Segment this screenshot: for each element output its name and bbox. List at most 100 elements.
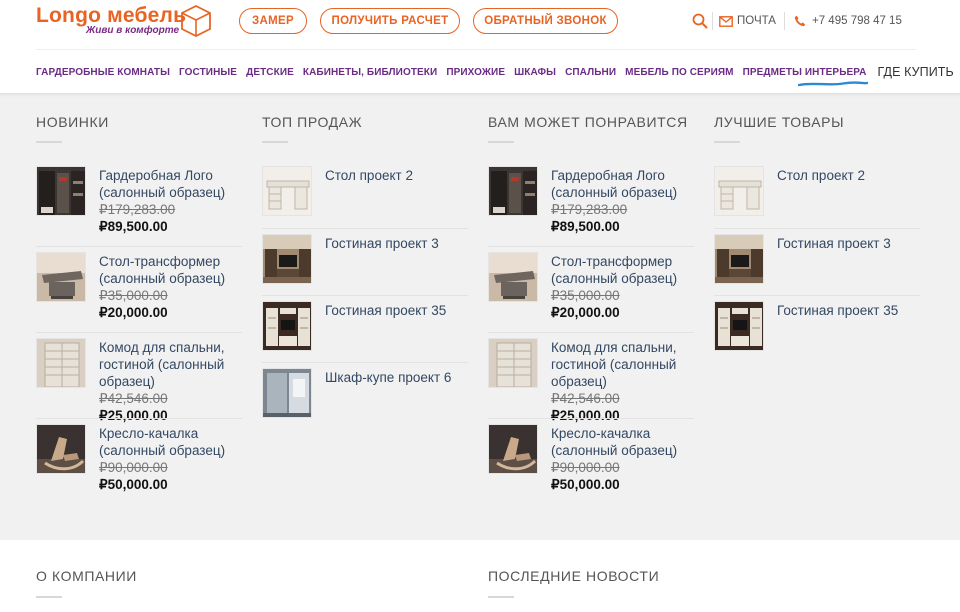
product-name-link[interactable]: Гостиная проект 3 (777, 235, 920, 252)
product-item[interactable]: Стол-трансформер (салонный образец) ₽35,0… (488, 252, 694, 330)
item-separator (488, 332, 694, 333)
nav-item-hallways[interactable]: ПРИХОЖИЕ (446, 67, 505, 78)
item-separator (488, 246, 694, 247)
product-item[interactable]: Шкаф-купе проект 6 (262, 368, 468, 420)
product-item[interactable]: Стол проект 2 (262, 166, 468, 218)
old-price: ₽35,000.00 (99, 288, 168, 303)
product-name-link[interactable]: Гостиная проект 35 (325, 302, 468, 319)
product-name-link[interactable]: Гардеробная Лого (салонный образец) (99, 167, 242, 201)
product-item[interactable]: Гостиная проект 3 (262, 234, 468, 286)
product-name-link[interactable]: Стол проект 2 (325, 167, 468, 184)
product-name-link[interactable]: Кресло-качалка (салонный образец) (551, 425, 694, 459)
column-title: ЛУЧШИЕ ТОВАРЫ (714, 114, 845, 130)
product-name-link[interactable]: Комод для спальни, гостиной (салонный об… (99, 339, 242, 390)
nav-item-series[interactable]: МЕБЕЛЬ ПО СЕРИЯМ (625, 67, 733, 78)
title-rule (488, 141, 514, 143)
product-name-link[interactable]: Кресло-качалка (салонный образец) (99, 425, 242, 459)
sale-price: ₽50,000.00 (99, 477, 168, 492)
product-item[interactable]: Кресло-качалка (салонный образец) ₽90,000… (488, 424, 694, 502)
product-name-link[interactable]: Гостиная проект 3 (325, 235, 468, 252)
item-separator (36, 418, 242, 419)
product-thumbnail[interactable] (36, 252, 86, 302)
product-thumbnail[interactable] (488, 166, 538, 216)
nav-item-wardrobes[interactable]: ГАРДЕРОБНЫЕ КОМНАТЫ (36, 67, 170, 78)
cube-logo-icon (181, 4, 211, 38)
product-name-link[interactable]: Стол проект 2 (777, 167, 920, 184)
nav-item-where-to-buy[interactable]: ГДЕ КУПИТЬ (877, 65, 953, 79)
product-thumbnail[interactable] (714, 301, 764, 351)
sale-price: ₽20,000.00 (551, 305, 620, 320)
product-item[interactable]: Кресло-качалка (салонный образец) ₽90,000… (36, 424, 242, 502)
nav-item-living-rooms[interactable]: ГОСТИНЫЕ (179, 67, 237, 78)
product-thumbnail[interactable] (488, 424, 538, 474)
product-item[interactable]: Гостиная проект 3 (714, 234, 920, 286)
product-item[interactable]: Комод для спальни, гостиной (салонный об… (488, 338, 694, 423)
product-thumbnail[interactable] (714, 166, 764, 216)
nav-item-cabinets[interactable]: ШКАФЫ (514, 67, 556, 78)
title-rule (262, 141, 288, 143)
product-name-link[interactable]: Гардеробная Лого (салонный образец) (551, 167, 694, 201)
sale-price: ₽89,500.00 (99, 219, 168, 234)
product-item[interactable]: Гостиная проект 35 (262, 301, 468, 353)
product-thumbnail[interactable] (714, 234, 764, 284)
column-title: ВАМ МОЖЕТ ПОНРАВИТСЯ (488, 114, 688, 130)
item-separator (262, 295, 468, 296)
mail-label: ПОЧТА (737, 15, 776, 27)
header-divider (784, 12, 785, 30)
product-thumbnail[interactable] (262, 166, 312, 216)
old-price: ₽42,546.00 (99, 391, 168, 406)
product-widgets: НОВИНКИ Гардеробная Лого (салонный образ… (0, 93, 960, 540)
title-rule (36, 141, 62, 143)
product-thumbnail[interactable] (36, 166, 86, 216)
get-quote-button[interactable]: ПОЛУЧИТЬ РАСЧЕТ (320, 8, 460, 34)
footer-news-title: ПОСЛЕДНИЕ НОВОСТИ (488, 568, 660, 584)
nav-item-offices[interactable]: КАБИНЕТЫ, БИБЛИОТЕКИ (303, 67, 437, 78)
sale-price: ₽50,000.00 (551, 477, 620, 492)
nav-item-interior[interactable]: ПРЕДМЕТЫ ИНТЕРЬЕРА (743, 67, 867, 78)
header-divider-line (36, 49, 916, 50)
product-item[interactable]: Гардеробная Лого (салонный образец) ₽179,… (36, 166, 242, 244)
product-item[interactable]: Комод для спальни, гостиной (салонный об… (36, 338, 242, 423)
product-item[interactable]: Стол проект 2 (714, 166, 920, 218)
main-nav: ГАРДЕРОБНЫЕ КОМНАТЫ ГОСТИНЫЕ ДЕТСКИЕ КАБ… (36, 64, 960, 80)
product-name-link[interactable]: Гостиная проект 35 (777, 302, 920, 319)
old-price: ₽90,000.00 (99, 460, 168, 475)
old-price: ₽179,283.00 (551, 202, 628, 217)
item-separator (262, 228, 468, 229)
old-price: ₽179,283.00 (99, 202, 176, 217)
product-thumbnail[interactable] (262, 368, 312, 418)
site-header: Longo мебель Живи в комфорте ЗАМЕР ПОЛУЧ… (0, 0, 960, 93)
measure-button[interactable]: ЗАМЕР (239, 8, 307, 34)
product-name-link[interactable]: Комод для спальни, гостиной (салонный об… (551, 339, 694, 390)
product-thumbnail[interactable] (262, 234, 312, 284)
sale-price: ₽20,000.00 (99, 305, 168, 320)
product-thumbnail[interactable] (488, 338, 538, 388)
item-separator (36, 332, 242, 333)
product-thumbnail[interactable] (262, 301, 312, 351)
logo-tagline: Живи в комфорте (86, 25, 180, 36)
search-icon[interactable] (692, 13, 708, 29)
phone-link[interactable]: +7 495 798 47 15 (794, 11, 902, 31)
old-price: ₽42,546.00 (551, 391, 620, 406)
product-thumbnail[interactable] (36, 424, 86, 474)
product-name-link[interactable]: Стол-трансформер (салонный образец) (99, 253, 242, 287)
nav-item-bedrooms[interactable]: СПАЛЬНИ (565, 67, 616, 78)
product-name-link[interactable]: Стол-трансформер (салонный образец) (551, 253, 694, 287)
sale-price: ₽25,000.00 (99, 408, 168, 423)
active-nav-underline (798, 81, 868, 87)
old-price: ₽90,000.00 (551, 460, 620, 475)
callback-button[interactable]: ОБРАТНЫЙ ЗВОНОК (473, 8, 618, 34)
product-thumbnail[interactable] (36, 338, 86, 388)
product-item[interactable]: Гостиная проект 35 (714, 301, 920, 353)
product-thumbnail[interactable] (488, 252, 538, 302)
product-item[interactable]: Стол-трансформер (салонный образец) ₽35,0… (36, 252, 242, 330)
product-name-link[interactable]: Шкаф-купе проект 6 (325, 369, 468, 386)
logo[interactable]: Longo мебель Живи в комфорте (36, 4, 216, 40)
nav-item-kids[interactable]: ДЕТСКИЕ (246, 67, 294, 78)
item-separator (262, 362, 468, 363)
mail-link[interactable]: ПОЧТА (719, 11, 776, 31)
column-title: НОВИНКИ (36, 114, 109, 130)
product-item[interactable]: Гардеробная Лого (салонный образец) ₽179,… (488, 166, 694, 244)
old-price: ₽35,000.00 (551, 288, 620, 303)
sale-price: ₽89,500.00 (551, 219, 620, 234)
